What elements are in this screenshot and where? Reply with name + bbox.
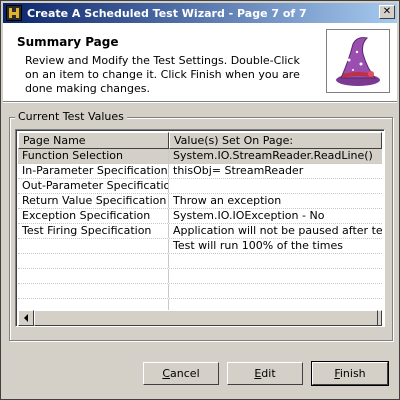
- cell-page-name: [18, 239, 169, 253]
- cell-value: [169, 284, 382, 298]
- cell-page-name: Function Selection: [18, 149, 169, 163]
- list-header: Page Name Value(s) Set On Page:: [18, 132, 382, 149]
- cell-value: [169, 269, 382, 283]
- table-row[interactable]: [18, 284, 382, 299]
- column-header-page-name[interactable]: Page Name: [18, 132, 169, 149]
- table-row[interactable]: Return Value Specification Throw an excep…: [18, 194, 382, 209]
- cell-value: [169, 254, 382, 268]
- table-row[interactable]: [18, 254, 382, 269]
- cell-page-name: Out-Parameter Specification: [18, 179, 169, 193]
- arrow-left-icon: [24, 314, 28, 322]
- cell-value: thisObj= StreamReader: [173, 164, 304, 177]
- column-header-values[interactable]: Value(s) Set On Page:: [169, 132, 382, 149]
- cell-page-name: [18, 269, 169, 283]
- cell-value: System.IO.IOException - No: [173, 209, 325, 222]
- cell-page-name: In-Parameter Specification: [18, 164, 169, 178]
- title-bar[interactable]: Create A Scheduled Test Wizard - Page 7 …: [3, 3, 397, 23]
- table-row[interactable]: Test Firing Specification Application wil…: [18, 224, 382, 239]
- scroll-thumb[interactable]: [34, 310, 378, 326]
- cell-value: Test will run 100% of the times: [173, 239, 343, 252]
- table-row[interactable]: [18, 269, 382, 284]
- group-label: Current Test Values: [15, 110, 127, 123]
- table-row[interactable]: Exception Specification System.IO.IOExcep…: [18, 209, 382, 224]
- wizard-hat-icon: [326, 29, 390, 93]
- wizard-window: Create A Scheduled Test Wizard - Page 7 …: [0, 0, 400, 400]
- table-row[interactable]: Test will run 100% of the times: [18, 239, 382, 254]
- cell-page-name: [18, 254, 169, 268]
- cell-page-name: Test Firing Specification: [18, 224, 169, 238]
- cell-page-name: [18, 284, 169, 298]
- app-icon: [6, 5, 22, 21]
- close-button[interactable]: ✕: [379, 5, 395, 19]
- cell-value: System.IO.StreamReader.ReadLine(): [173, 149, 373, 162]
- cell-page-name: Return Value Specification: [18, 194, 169, 208]
- edit-button[interactable]: Edit: [227, 362, 303, 385]
- page-description: Review and Modify the Test Settings. Dou…: [25, 54, 300, 95]
- page-title: Summary Page: [17, 35, 119, 49]
- table-row[interactable]: Out-Parameter Specification: [18, 179, 382, 194]
- test-values-list[interactable]: Page Name Value(s) Set On Page: Function…: [15, 129, 385, 327]
- horizontal-scrollbar[interactable]: [18, 310, 382, 326]
- cell-value: Application will not be paused after tes…: [173, 224, 382, 237]
- table-row[interactable]: In-Parameter Specification thisObj= Strea…: [18, 164, 382, 179]
- cell-value: Throw an exception: [173, 194, 282, 207]
- wizard-header: Summary Page Review and Modify the Test …: [3, 23, 397, 102]
- header-separator: [3, 102, 397, 103]
- scroll-track[interactable]: [34, 310, 378, 326]
- table-row[interactable]: Function Selection System.IO.StreamReader…: [18, 149, 382, 164]
- scroll-left-button[interactable]: [18, 310, 34, 326]
- window-title: Create A Scheduled Test Wizard - Page 7 …: [27, 6, 307, 20]
- cancel-button[interactable]: Cancel: [143, 362, 219, 385]
- list-body: Function Selection System.IO.StreamReader…: [18, 149, 382, 314]
- cell-page-name: Exception Specification: [18, 209, 169, 223]
- finish-button[interactable]: Finish: [311, 361, 389, 386]
- cell-value: [169, 179, 382, 193]
